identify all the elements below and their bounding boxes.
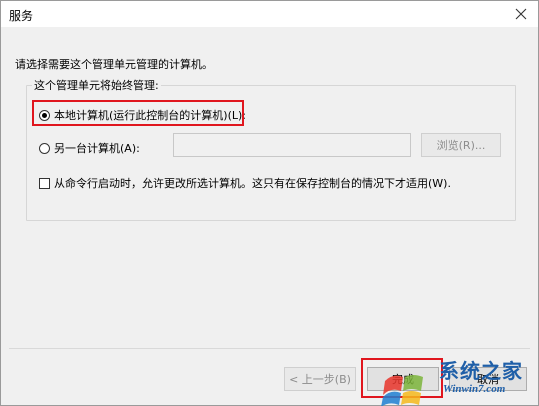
cmdline-checkbox-box[interactable]: [39, 177, 50, 189]
radio-other-computer[interactable]: 另一台计算机(A):: [39, 140, 140, 156]
other-computer-input[interactable]: [173, 133, 411, 157]
title-bar: 服务: [1, 1, 538, 27]
services-dialog: 服务 请选择需要这个管理单元管理的计算机。 这个管理单元将始终管理: 本地计算机…: [0, 0, 539, 406]
radio-other-indicator[interactable]: [39, 142, 50, 154]
radio-other-label: 另一台计算机(A):: [54, 142, 140, 155]
close-button[interactable]: [504, 1, 538, 27]
close-icon: [515, 8, 527, 20]
browse-button[interactable]: 浏览(R)...: [421, 133, 501, 157]
cancel-button[interactable]: 取消: [449, 367, 527, 391]
local-option-highlight: [32, 100, 244, 126]
instruction-text: 请选择需要这个管理单元管理的计算机。: [15, 58, 213, 71]
window-title: 服务: [9, 9, 34, 23]
back-button[interactable]: < 上一步(B): [284, 367, 356, 391]
cmdline-change-checkbox[interactable]: 从命令行启动时，允许更改所选计算机。这只有在保存控制台的情况下才适用(W).: [39, 175, 451, 191]
footer-separator: [9, 348, 530, 349]
finish-button-highlight: [361, 358, 443, 398]
cmdline-checkbox-label: 从命令行启动时，允许更改所选计算机。这只有在保存控制台的情况下才适用(W).: [54, 177, 451, 190]
group-legend: 这个管理单元将始终管理:: [32, 77, 161, 93]
